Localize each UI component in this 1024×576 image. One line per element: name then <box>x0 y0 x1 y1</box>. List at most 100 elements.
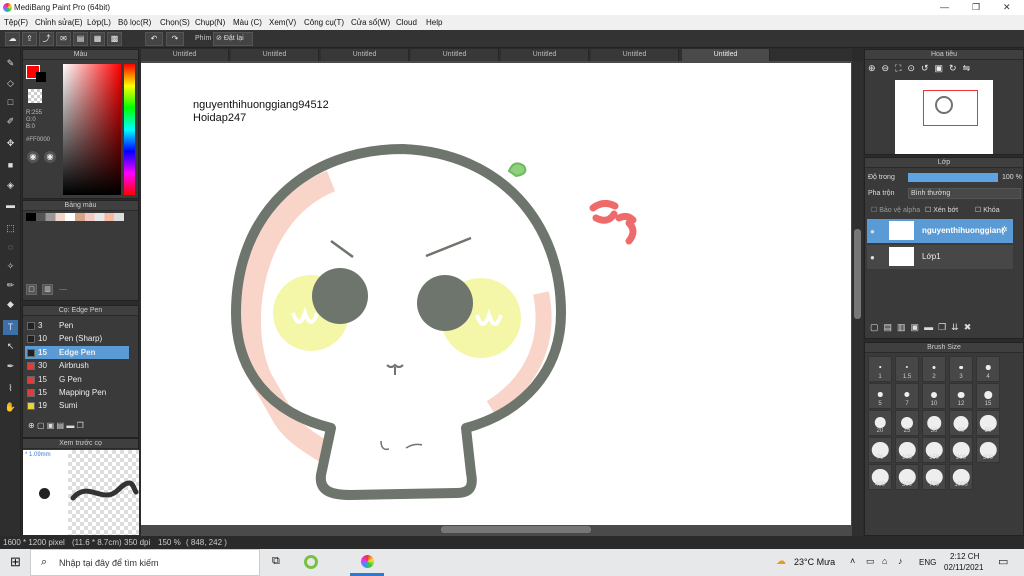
language-indicator[interactable]: ENG <box>919 558 936 567</box>
divide-tool-icon[interactable]: ✒ <box>3 359 18 374</box>
brush-size-option[interactable]: 700 <box>922 464 946 490</box>
brush-size-option[interactable]: 20 <box>868 410 892 436</box>
folder-icon[interactable]: ▬ <box>66 421 74 430</box>
zoom-out-icon[interactable]: ⊖ <box>882 63 896 73</box>
lasso-icon[interactable]: ◌ <box>3 240 18 255</box>
duplicate-layer-icon[interactable]: ❐ <box>938 322 951 332</box>
palette-swatches[interactable] <box>26 213 124 221</box>
layer-row-layer1[interactable]: ● Lớp1 <box>867 245 1013 269</box>
brush-size-option[interactable]: 300 <box>976 437 1000 463</box>
brush-size-option[interactable]: 400 <box>868 464 892 490</box>
brush-size-option[interactable]: 150 <box>922 437 946 463</box>
select-eraser-icon[interactable]: ◆ <box>3 297 18 312</box>
fit-icon[interactable]: ⛶ <box>895 63 907 73</box>
rotate-left-icon[interactable]: ↺ <box>921 63 935 73</box>
brush-size-option[interactable]: 10 <box>922 383 946 409</box>
brush-size-option[interactable]: 40 <box>949 410 973 436</box>
brush-size-option[interactable]: 1 <box>868 356 892 382</box>
brush-size-option[interactable]: 1000 <box>949 464 973 490</box>
visibility-eye-icon[interactable]: ● <box>870 227 875 236</box>
flip-icon[interactable]: ⇋ <box>963 63 977 73</box>
tab-untitled-3[interactable]: Untitled <box>321 49 409 61</box>
comment-icon[interactable]: ✉ <box>56 32 71 46</box>
redo-icon[interactable]: ↷ <box>166 32 184 46</box>
tab-untitled-2[interactable]: Untitled <box>231 49 319 61</box>
taskbar-search[interactable]: ⌕ Nhập tại đây để tìm kiếm <box>30 549 260 576</box>
hue-slider[interactable] <box>124 64 135 195</box>
menu-window[interactable]: Cửa sổ(W) <box>351 18 390 27</box>
brush-item[interactable]: 10 Pen (Sharp) <box>25 332 129 345</box>
brush-size-option[interactable]: 50 <box>976 410 1000 436</box>
import-brush-icon[interactable]: ▤ <box>57 421 65 430</box>
delete-palette-icon[interactable]: ▥ <box>42 284 53 295</box>
select-rect-icon[interactable]: ⬚ <box>3 221 18 236</box>
windows-start-icon[interactable]: ⊞ <box>10 554 21 570</box>
tab-untitled-6[interactable]: Untitled <box>591 49 679 61</box>
duplicate-brush-icon[interactable]: ❐ <box>77 421 84 430</box>
transparent-color[interactable] <box>28 89 42 103</box>
layer-settings-icon[interactable]: ✲ <box>1001 225 1008 234</box>
brush-size-option[interactable]: 500 <box>895 464 919 490</box>
clock-date[interactable]: 02/11/2021 <box>944 563 983 572</box>
menu-filter[interactable]: Bộ lọc(R) <box>118 18 151 27</box>
reset-snap-button[interactable]: ⊘ Đặt lại <box>213 32 253 46</box>
document-icon[interactable]: ▤ <box>73 32 88 46</box>
menu-tools[interactable]: Công cụ(T) <box>304 18 344 27</box>
horizontal-scrollbar[interactable] <box>441 526 591 533</box>
text-tool-icon[interactable]: T <box>3 320 18 335</box>
brush-size-option[interactable]: 7 <box>895 383 919 409</box>
bucket-tool-icon[interactable]: ◈ <box>3 178 18 193</box>
new-layer-icon[interactable]: ▢ <box>870 322 884 332</box>
lock-checkbox[interactable]: ☐ Khóa <box>975 206 1000 214</box>
eyedropper-icon[interactable]: ⌇ <box>3 381 18 396</box>
task-view-icon[interactable]: ⧉ <box>272 555 280 568</box>
menu-cloud[interactable]: Cloud <box>396 18 417 27</box>
zoom-in-icon[interactable]: ⊕ <box>868 63 882 73</box>
drawing-canvas[interactable]: nguyenthihuonggiang94512 Hoidap247 <box>141 63 851 525</box>
brush-item[interactable]: 15 G Pen <box>25 373 129 386</box>
brush-item[interactable]: 30 Airbrush <box>25 359 129 372</box>
menu-help[interactable]: Help <box>426 18 442 27</box>
eraser-tool-icon[interactable]: ◇ <box>3 76 18 91</box>
brush-size-option[interactable]: 2 <box>922 356 946 382</box>
medibang-taskbar-icon[interactable] <box>361 555 374 568</box>
battery-icon[interactable]: ▭ <box>866 556 875 567</box>
menu-edit[interactable]: Chỉnh sửa(E) <box>35 18 83 27</box>
brush-size-option[interactable]: 12 <box>949 383 973 409</box>
close-button[interactable]: ✕ <box>1003 2 1011 13</box>
saturation-field[interactable] <box>63 64 121 195</box>
layer-row-text[interactable]: ● nguyenthihuonggiang94512 ✲ <box>867 219 1013 243</box>
navigator-thumbnail[interactable] <box>895 80 993 154</box>
menu-file[interactable]: Tệp(F) <box>4 18 28 27</box>
brush-item[interactable]: 15 Edge Pen <box>25 345 129 359</box>
brush-size-option[interactable]: 25 <box>895 410 919 436</box>
merge-layer-icon[interactable]: ⇊ <box>951 322 964 332</box>
network-icon[interactable]: ⌂ <box>882 556 887 566</box>
menu-snap[interactable]: Chụp(N) <box>195 18 225 27</box>
brush-tool-icon[interactable]: ✎ <box>3 56 18 71</box>
maximize-button[interactable]: ❐ <box>972 2 980 13</box>
new-folder-icon[interactable]: ▥ <box>897 322 911 332</box>
tab-untitled-5[interactable]: Untitled <box>501 49 589 61</box>
new-brush-icon[interactable]: ▢ <box>37 421 45 430</box>
folder-icon[interactable]: ▬ <box>924 322 938 332</box>
opacity-slider[interactable] <box>908 173 998 182</box>
menu-select[interactable]: Chọn(S) <box>160 18 190 27</box>
brush-menu-icon[interactable]: ▣ <box>47 421 55 430</box>
brush-size-option[interactable]: 5 <box>868 383 892 409</box>
brush-size-option[interactable]: 3 <box>949 356 973 382</box>
fullscreen-icon[interactable]: ▣ <box>935 63 950 73</box>
delete-layer-icon[interactable]: ✖ <box>964 322 977 332</box>
brush-size-option[interactable]: 1.5 <box>895 356 919 382</box>
undo-icon[interactable]: ↶ <box>145 32 163 46</box>
new-halftone-layer-icon[interactable]: ▤ <box>884 322 898 332</box>
select-brush-icon[interactable]: ✐ <box>3 114 18 129</box>
brush-item[interactable]: 15 Mapping Pen <box>25 386 129 399</box>
notification-icon[interactable]: ▭ <box>998 555 1008 568</box>
brush-item[interactable]: 19 Sumi <box>25 399 129 412</box>
weather-text[interactable]: 23°C Mưa <box>794 557 835 567</box>
layer-menu-icon[interactable]: ▣ <box>911 322 925 332</box>
select-pen-icon[interactable]: ✏ <box>3 278 18 293</box>
dot-tool-icon[interactable]: □ <box>3 95 18 110</box>
grid-icon[interactable]: ▦ <box>90 32 105 46</box>
